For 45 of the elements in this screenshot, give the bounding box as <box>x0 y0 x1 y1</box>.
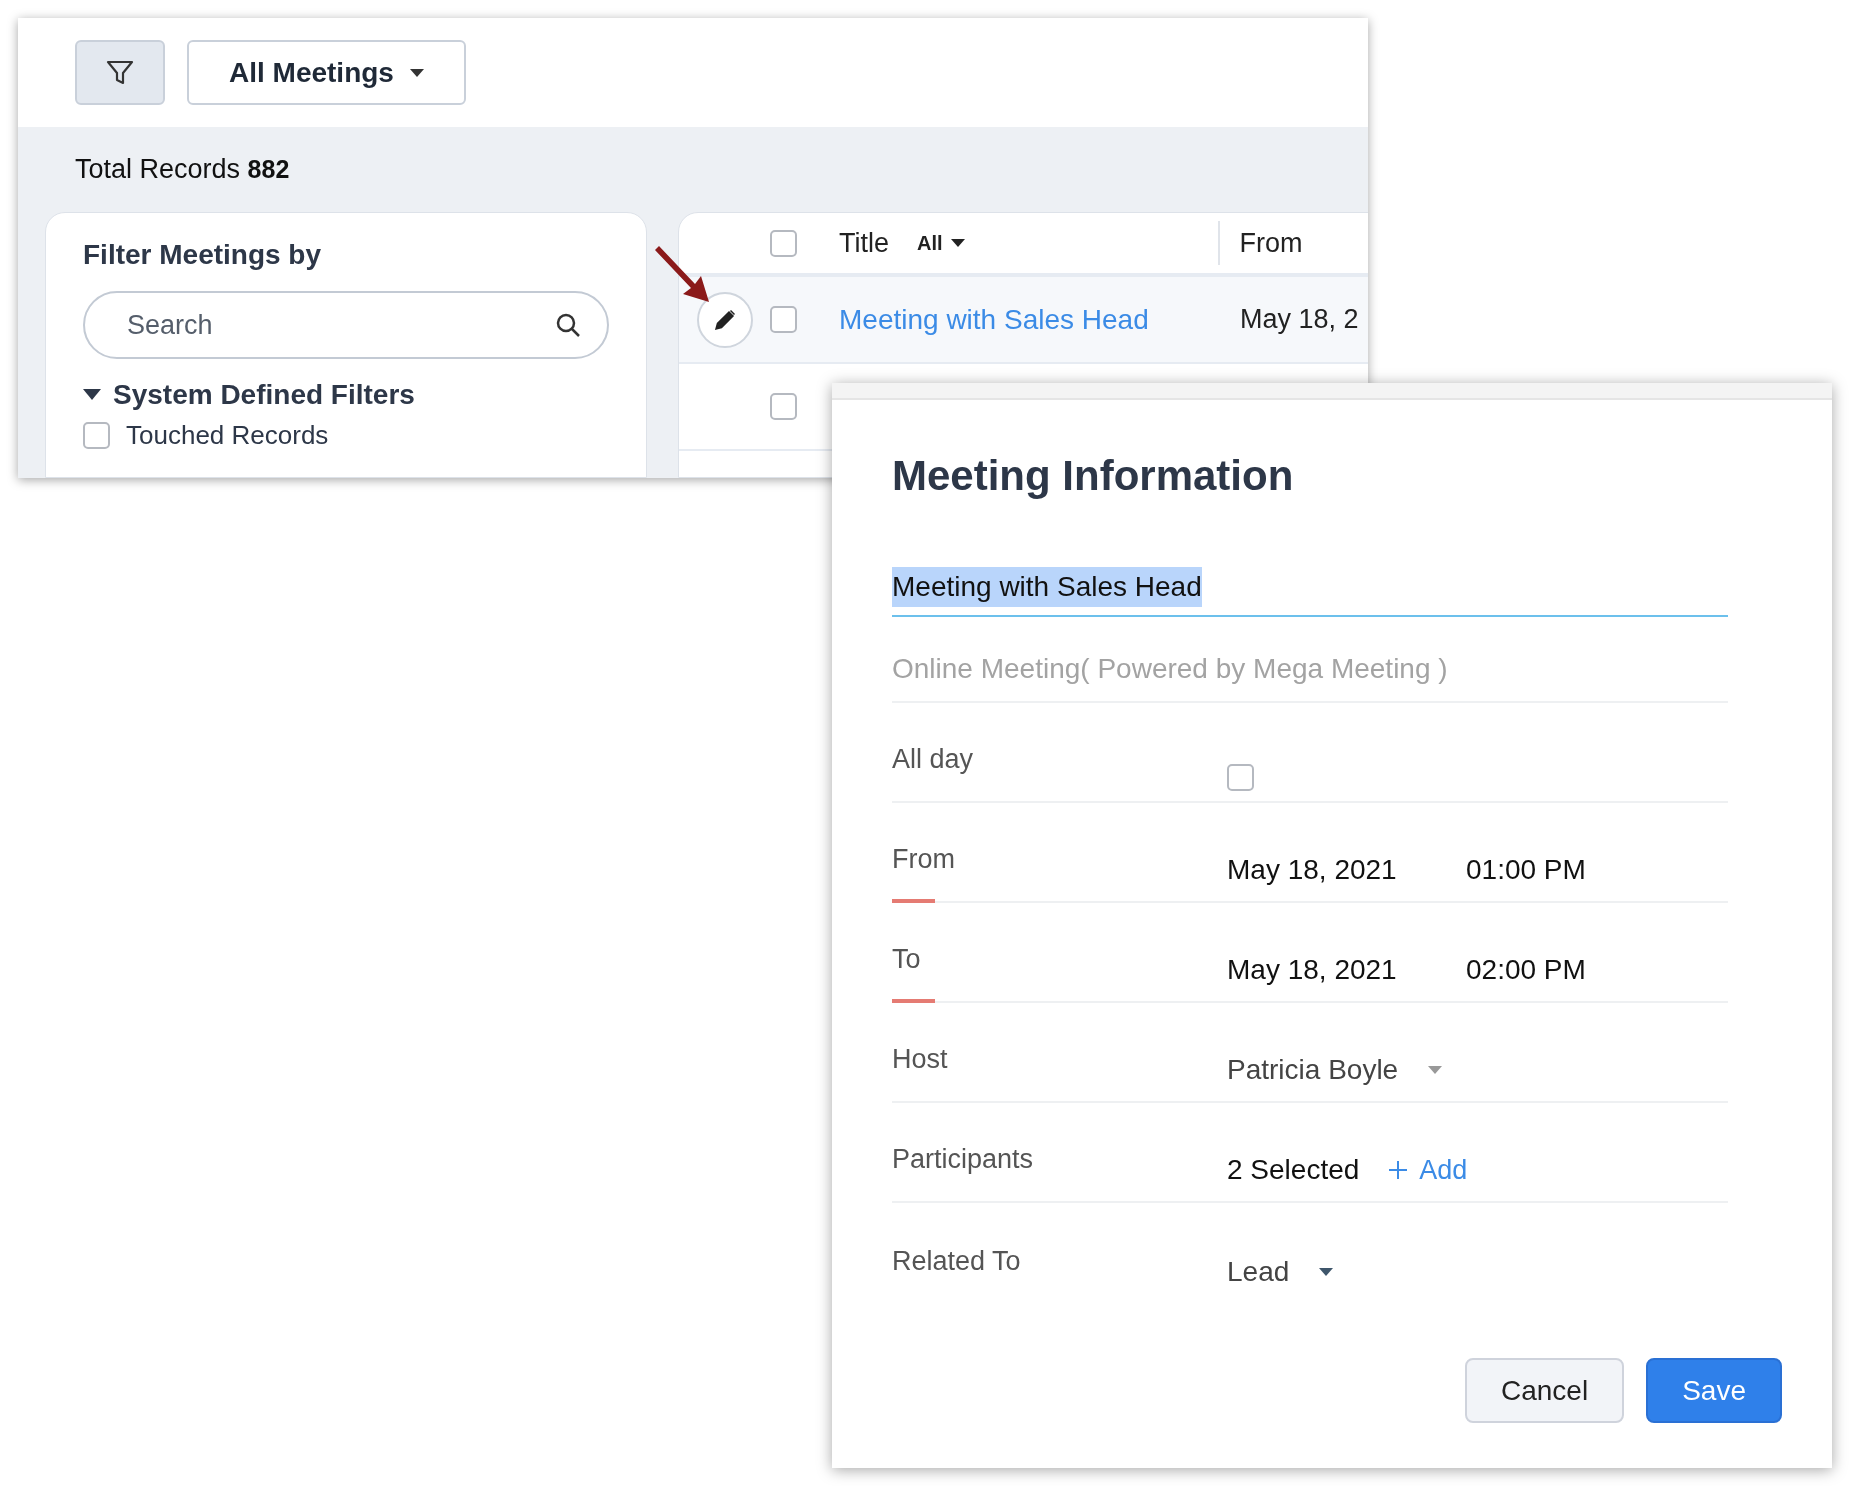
table-row[interactable]: Meeting with Sales Head May 18, 2 <box>679 277 1368 364</box>
field-label: From <box>892 842 955 876</box>
caret-icon <box>1319 1268 1334 1276</box>
search-icon <box>555 312 581 338</box>
cancel-button[interactable]: Cancel <box>1465 1358 1625 1423</box>
caret-icon <box>950 239 965 247</box>
pencil-icon <box>712 307 737 332</box>
field-label: Participants <box>892 1142 1034 1176</box>
field-label: Related To <box>892 1244 1021 1278</box>
caret-icon <box>1428 1066 1443 1074</box>
caret-icon <box>83 389 101 401</box>
total-records-label: Total Records <box>75 153 241 187</box>
meeting-title-value: Meeting with Sales Head <box>892 567 1202 607</box>
search-field[interactable]: Search <box>83 291 609 359</box>
filter-item-label[interactable]: Touched Records <box>126 419 329 451</box>
checkbox[interactable] <box>770 229 797 257</box>
date-field[interactable]: May 18, 2021 <box>1227 949 1466 991</box>
filter-section-toggle[interactable]: System Defined Filters <box>83 377 609 413</box>
field-label: To <box>892 942 921 976</box>
view-selector[interactable]: All Meetings <box>187 40 466 105</box>
column-header[interactable]: Title <box>839 222 889 264</box>
title-filter-dropdown[interactable]: All <box>917 228 965 258</box>
column-header[interactable]: From <box>1239 222 1303 264</box>
filter-button[interactable] <box>75 40 165 105</box>
checkbox[interactable] <box>770 306 797 333</box>
time-field[interactable]: 01:00 PM <box>1466 849 1586 891</box>
meeting-title-field[interactable]: Meeting with Sales Head <box>892 559 1728 617</box>
dialog-title: Meeting Information <box>892 455 1295 497</box>
dropdown[interactable]: Lead <box>1227 1251 1334 1293</box>
participants-count: 2 Selected <box>1227 1153 1360 1187</box>
checkbox[interactable] <box>83 421 110 449</box>
total-records-count: 882 <box>247 153 290 185</box>
dropdown[interactable]: Patricia Boyle <box>1227 1049 1443 1091</box>
save-button[interactable]: Save <box>1646 1358 1782 1423</box>
online-meeting-field[interactable]: Online Meeting( Powered by Mega Meeting ) <box>892 617 1728 703</box>
field-label: Host <box>892 1042 948 1076</box>
plus-icon <box>1389 1161 1408 1179</box>
filter-panel-title: Filter Meetings by <box>83 241 323 269</box>
from-cell-text: May 18, 2 <box>1240 303 1359 337</box>
caret-icon <box>409 68 424 77</box>
checkbox[interactable] <box>770 393 797 420</box>
date-field[interactable]: May 18, 2021 <box>1227 849 1466 891</box>
field-label: All day <box>892 742 974 776</box>
time-field[interactable]: 02:00 PM <box>1466 949 1586 991</box>
checkbox[interactable] <box>1227 764 1254 791</box>
